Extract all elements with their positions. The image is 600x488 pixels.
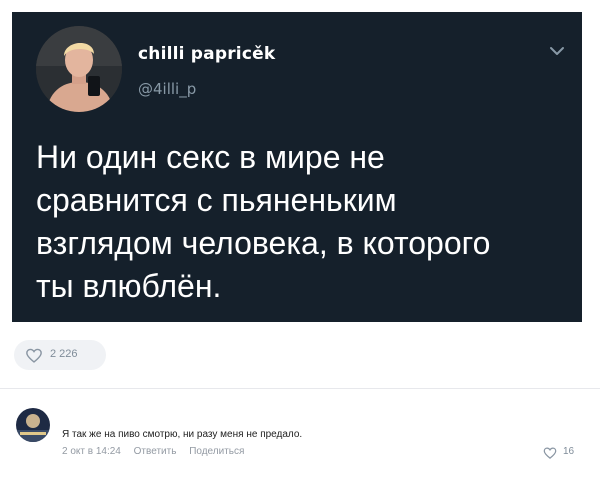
share-link[interactable]: Поделиться bbox=[189, 446, 244, 457]
tweet-card: chilli papricěk @4illi_p Ни один секс в … bbox=[12, 12, 582, 322]
author-display-name: chilli papricěk bbox=[138, 44, 276, 64]
divider bbox=[0, 388, 600, 389]
comment-text: Я так же на пиво смотрю, ни разу меня не… bbox=[62, 429, 303, 440]
commenter-avatar[interactable] bbox=[16, 408, 50, 442]
author-avatar bbox=[36, 26, 122, 112]
comment-timestamp: 2 окт в 14:24 bbox=[62, 446, 121, 457]
tweet-text-line: сравнится с пьяненьким bbox=[36, 182, 397, 218]
like-button[interactable]: 2 226 bbox=[14, 340, 106, 370]
heart-outline-icon bbox=[26, 348, 42, 363]
like-count: 2 226 bbox=[50, 348, 78, 360]
page: chilli papricěk @4illi_p Ни один секс в … bbox=[0, 0, 600, 488]
chevron-down-icon[interactable] bbox=[548, 44, 566, 58]
comment-meta: 2 окт в 14:24 Ответить Поделиться bbox=[62, 446, 254, 457]
tweet-text-line: взглядом человека, в которого bbox=[36, 225, 491, 261]
reply-link[interactable]: Ответить bbox=[134, 446, 177, 457]
heart-outline-icon bbox=[543, 447, 557, 459]
author-handle: @4illi_p bbox=[138, 80, 197, 98]
tweet-text-line: ты влюблён. bbox=[36, 268, 222, 304]
tweet-text-line: Ни один секс в мире не bbox=[36, 139, 385, 175]
comment: Я так же на пиво смотрю, ни разу меня не… bbox=[0, 396, 600, 476]
comment-like-count: 16 bbox=[563, 446, 575, 457]
tweet-text: Ни один секс в мире не сравнится с пьяне… bbox=[36, 136, 566, 308]
